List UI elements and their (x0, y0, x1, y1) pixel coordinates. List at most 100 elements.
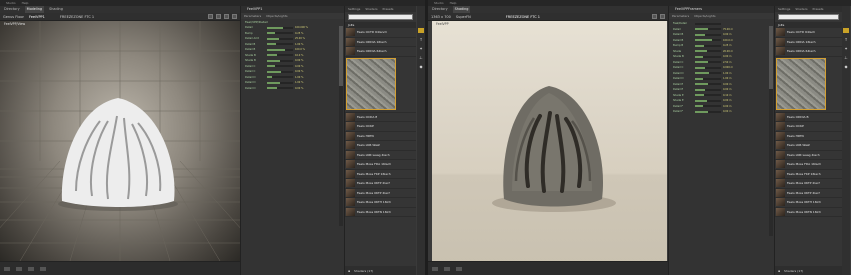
shader-item[interactable]: Feels LN6 Wash (345, 141, 416, 151)
shader-item[interactable]: Feels LNR waag 4lach (345, 150, 416, 160)
selected-shader-preview[interactable] (345, 57, 416, 113)
parameter-value[interactable]: 0.00 % (295, 87, 303, 90)
parameter-value[interactable]: 1.00 % (295, 76, 303, 79)
light-icon[interactable]: ✦ (844, 46, 847, 51)
parameter-value[interactable]: 0.00 m (723, 55, 731, 58)
parameter-slider[interactable] (267, 87, 293, 90)
parameter-row[interactable]: Detail F 0.00 m (669, 109, 774, 115)
camera-icon[interactable] (652, 13, 657, 19)
parameter-slider[interactable] (267, 76, 293, 79)
play-icon[interactable] (4, 266, 10, 271)
parameter-slider[interactable] (695, 77, 721, 80)
shader-item[interactable]: Feels OCKP (345, 122, 416, 132)
parameter-slider[interactable] (267, 32, 293, 35)
tab-parameters[interactable]: Parameters (672, 13, 689, 19)
shader-item[interactable]: Feels OCTD 64lanch (345, 28, 416, 38)
pin-icon[interactable]: ⊥ (844, 55, 847, 60)
parameter-slider[interactable] (695, 83, 721, 86)
parameter-value[interactable]: 1.00 % (295, 81, 303, 84)
shader-item[interactable]: Feels ODDA 16lach (775, 37, 842, 47)
layout-icon[interactable] (224, 13, 229, 19)
shader-item[interactable]: Feels Moss 0KTP 2lach (345, 179, 416, 189)
render-icon[interactable] (660, 13, 665, 19)
folder-icon[interactable] (418, 28, 424, 33)
shader-item[interactable]: Feels OCDA B (345, 112, 416, 122)
tab-directory[interactable]: Directory (2, 6, 22, 13)
parameter-value[interactable]: 2.50 m (723, 61, 731, 64)
shader-item[interactable]: Feels ODDIA 16lach (345, 37, 416, 47)
camera-icon[interactable] (208, 13, 213, 19)
shader-item[interactable]: Feels OCTD 64lach (775, 28, 842, 38)
shader-item[interactable]: Feels Moss FKP 16lach (775, 169, 842, 179)
parameter-slider[interactable] (695, 88, 721, 91)
parameter-slider[interactable] (267, 48, 293, 51)
parameter-value[interactable]: 0.000 m (723, 66, 733, 69)
doc-name[interactable]: FeelVPP1 (29, 15, 45, 19)
parameter-value[interactable]: 0.00 m (723, 33, 731, 36)
parameter-slider[interactable] (695, 28, 721, 31)
shader-item[interactable]: Feels Moss 0KTH 16lch (345, 198, 416, 208)
shader-item[interactable]: Feels Moss 0KTN 16lch (775, 207, 842, 217)
search-input[interactable] (348, 14, 413, 20)
parameter-slider[interactable] (267, 81, 293, 84)
parameter-slider[interactable] (267, 59, 293, 62)
parameter-value[interactable]: 0.25 m (723, 44, 731, 47)
parameter-value[interactable]: 100.000 % (295, 26, 308, 29)
parameter-slider[interactable] (267, 43, 293, 46)
doc-label[interactable]: Genus Floor (3, 15, 24, 19)
tab-presets[interactable]: Presets (813, 6, 824, 12)
parameter-value[interactable]: 25.00 % (295, 37, 305, 40)
parameter-slider[interactable] (695, 99, 721, 102)
parameter-value[interactable]: 20.00 m (723, 50, 733, 53)
tag-icon[interactable]: ◆ (419, 64, 422, 69)
parameter-value[interactable]: 0.25 % (295, 32, 303, 35)
key-icon[interactable] (28, 266, 34, 271)
parameter-slider[interactable] (267, 65, 293, 68)
render-icon[interactable] (216, 13, 221, 19)
shader-item[interactable]: Feels Moss FKP 16lach (345, 169, 416, 179)
search-input[interactable] (778, 14, 839, 20)
light-icon[interactable]: ✦ (419, 46, 422, 51)
parameter-slider[interactable] (695, 39, 721, 42)
tab-shading[interactable]: Shading (47, 6, 65, 13)
tab-shaders[interactable]: Shaders (365, 6, 377, 12)
key-icon[interactable] (456, 266, 462, 271)
tab-settings[interactable]: Settings (778, 6, 790, 12)
parameter-value[interactable]: 0.00 % (295, 59, 303, 62)
parameter-slider[interactable] (695, 94, 721, 97)
shader-item[interactable]: Feels Moss FDA 16lach (775, 160, 842, 170)
tab-modeling[interactable]: Modeling (24, 6, 45, 13)
parameter-value[interactable]: 0.00 m (723, 99, 731, 102)
parameter-slider[interactable] (695, 61, 721, 64)
parameter-value[interactable]: 0.00 m (723, 110, 731, 113)
shader-item[interactable]: Feels ODDIA B (775, 112, 842, 122)
stop-icon[interactable] (16, 266, 22, 271)
shader-item[interactable]: Feels Moss 0KTH 16lch (775, 198, 842, 208)
tag-icon[interactable]: ◆ (844, 64, 847, 69)
shader-item[interactable]: Feels Moss 0KTN 16lch (345, 207, 416, 217)
parameter-slider[interactable] (695, 110, 721, 113)
tab-parameters[interactable]: Parameters (244, 13, 261, 19)
parameter-value[interactable]: 0.00 % (295, 70, 303, 73)
parameter-value[interactable]: 0.00 m (723, 88, 731, 91)
grid-icon[interactable] (232, 13, 237, 19)
camera-label[interactable]: SuperFN (456, 15, 471, 19)
parameter-slider[interactable] (267, 37, 293, 40)
shader-item[interactable]: Feels LN6 Wash (775, 141, 842, 151)
parameter-slider[interactable] (695, 66, 721, 69)
scrollbar[interactable] (339, 26, 343, 226)
shader-item[interactable]: Feels Moss 0KTP 4lach (775, 188, 842, 198)
shader-item[interactable]: Feels HRTN (345, 131, 416, 141)
arrow-up-icon[interactable]: ↑ (419, 37, 422, 42)
stop-icon[interactable] (444, 266, 450, 271)
parameter-slider[interactable] (695, 44, 721, 47)
tab-settings[interactable]: Settings (348, 6, 360, 12)
selected-shader-preview[interactable] (775, 57, 842, 113)
parameter-slider[interactable] (695, 50, 721, 53)
parameter-value[interactable]: 1.00 m (723, 77, 731, 80)
tab-objects-lights[interactable]: Objects/Lights (266, 13, 287, 19)
parameter-slider[interactable] (695, 72, 721, 75)
parameter-slider[interactable] (695, 55, 721, 58)
shader-item[interactable]: Feels OCKP (775, 122, 842, 132)
viewport-3d[interactable] (0, 21, 240, 261)
